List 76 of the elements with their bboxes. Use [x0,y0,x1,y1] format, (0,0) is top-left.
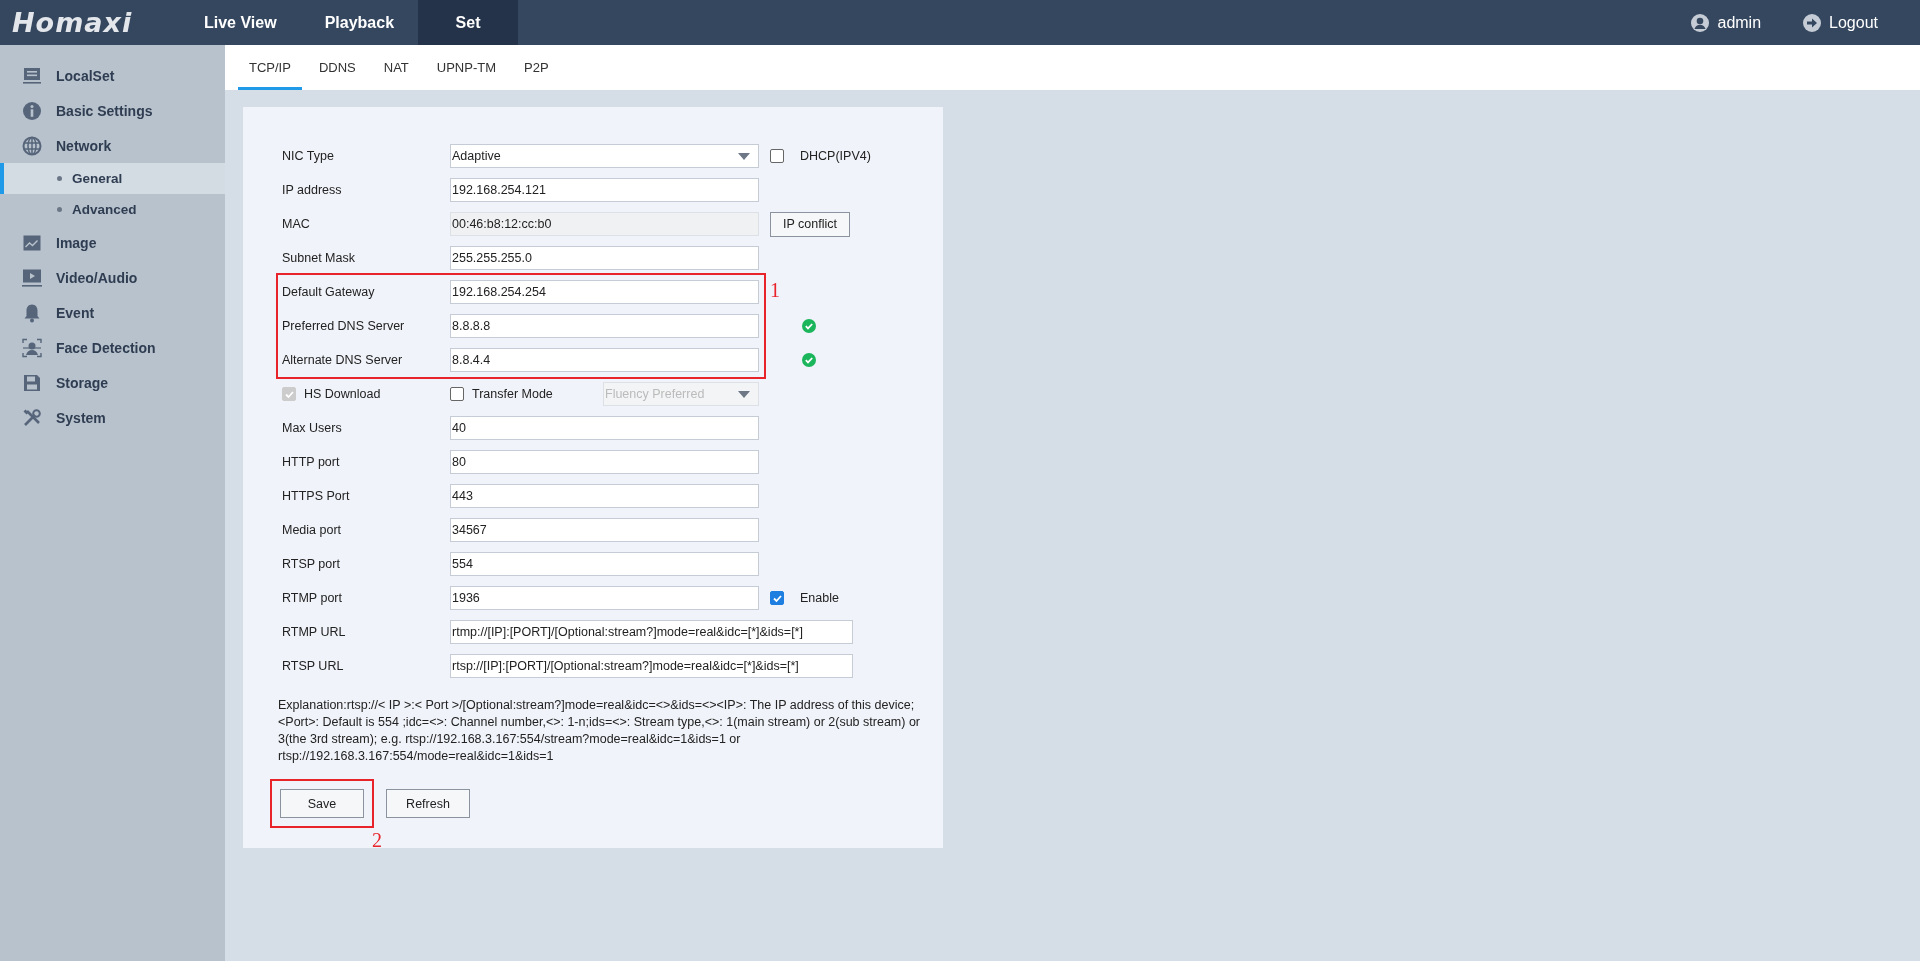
input-field[interactable]: 443 [450,484,759,508]
input-field[interactable]: 192.168.254.254 [450,280,759,304]
field-label: NIC Type [282,149,335,163]
sidebar-item[interactable]: Face Detection [0,330,225,365]
tab[interactable]: P2P [513,45,560,90]
sidebar-item[interactable]: Storage [0,365,225,400]
form-button[interactable]: Refresh [386,789,470,818]
field-label: Default Gateway [282,285,376,299]
form-button[interactable]: Save [280,789,364,818]
checkbox-label: HS Download [304,387,381,401]
input-field[interactable]: 8.8.8.8 [450,314,759,338]
tab[interactable]: NAT [372,45,420,90]
sidebar-item[interactable]: Event [0,295,225,330]
tab[interactable]: TCP/IP [238,45,302,90]
face-scan-icon [22,337,42,358]
annotation-number: 2 [372,829,382,852]
sidebar-item[interactable]: Image [0,225,225,260]
field-label: HTTPS Port [282,489,351,503]
user-icon [1691,13,1710,32]
video-monitor-icon [22,267,42,288]
bullet-icon [57,207,62,212]
input-field[interactable]: 1936 [450,586,759,610]
nav-tab[interactable]: Playback [300,0,419,45]
sidebar-item[interactable]: Video/Audio [0,260,225,295]
tab[interactable]: UPNP-TM [425,45,507,90]
tools-icon [22,407,42,428]
nav-tab[interactable]: Live View [180,0,301,45]
input-field[interactable]: 00:46:b8:12:cc:b0 [450,212,759,236]
sidebar-item[interactable]: System [0,400,225,435]
input-field[interactable]: 34567 [450,518,759,542]
field-label: RTSP URL [282,659,345,673]
sidebar-item[interactable]: Network [0,128,225,163]
checkbox-label: Transfer Mode [472,387,553,401]
field-label: Max Users [282,421,343,435]
sidebar-item[interactable]: Basic Settings [0,93,225,128]
bell-icon [22,302,42,323]
globe-icon [22,135,42,156]
input-field[interactable]: 255.255.255.0 [450,246,759,270]
logout-link[interactable]: Logout [1803,0,1878,45]
annotation-number: 1 [770,279,780,302]
input-field[interactable]: rtmp://[IP]:[PORT]/[Optional:stream?]mode=real&idc=[*]&ids=[*] [450,620,853,644]
field-label: Subnet Mask [282,251,356,265]
username: admin [1717,13,1762,32]
sidebar-subitem[interactable]: Advanced [0,194,225,225]
field-label: HTTP port [282,455,341,469]
checkbox[interactable] [450,387,464,401]
field-label: MAC [282,217,311,231]
input-field[interactable]: 554 [450,552,759,576]
checkbox[interactable] [770,591,784,605]
input-field[interactable]: rtsp://[IP]:[PORT]/[Optional:stream?]mode=real&idc=[*]&ids=[*] [450,654,853,678]
checkbox[interactable] [770,149,784,163]
input-field[interactable]: 80 [450,450,759,474]
explanation-text: Explanation:rtsp://< IP >:< Port >/[Optional:stream?]mode=real&idc=<>&ids=<><IP>: The IP address of this device;<Port>: Default is 554 ;idc=<>: Channel number,<>: 1-n;ids=<>: Stream type,<>: 1(main stream) or 2(sub stream) or 3(the 3rd stream); e.g. rtsp://192.168.3.167:554/stream?mode=real&idc=1&ids=1 or rtsp://192.168.3.167:554/mode=real&idc=1&ids=1 [278,697,921,765]
sidebar-item[interactable]: LocalSet [0,58,225,93]
field-label: Media port [282,523,343,537]
field-label: Alternate DNS Server [282,353,404,367]
logout-icon [1803,13,1822,32]
field-label: Preferred DNS Server [282,319,406,333]
dropdown[interactable]: Adaptive [450,144,759,168]
ip-conflict-button[interactable]: IP conflict [770,211,850,237]
sidebar-subitem[interactable]: General [0,163,225,194]
field-label: RTSP port [282,557,341,571]
bullet-icon [57,176,62,181]
input-field[interactable]: 192.168.254.121 [450,178,759,202]
tab[interactable]: DDNS [307,45,367,90]
brand-logo: Homaxi [11,6,134,40]
nav-tab[interactable]: Set [418,0,519,45]
field-label: IP address [282,183,343,197]
checkbox-label: DHCP(IPV4) [800,149,871,163]
input-field[interactable]: 40 [450,416,759,440]
field-label: RTMP URL [282,625,347,639]
info-icon [22,100,42,121]
field-label: RTMP port [282,591,343,605]
input-field[interactable]: 8.8.4.4 [450,348,759,372]
checkbox-label: Enable [800,591,839,605]
monitor-icon [22,65,42,86]
